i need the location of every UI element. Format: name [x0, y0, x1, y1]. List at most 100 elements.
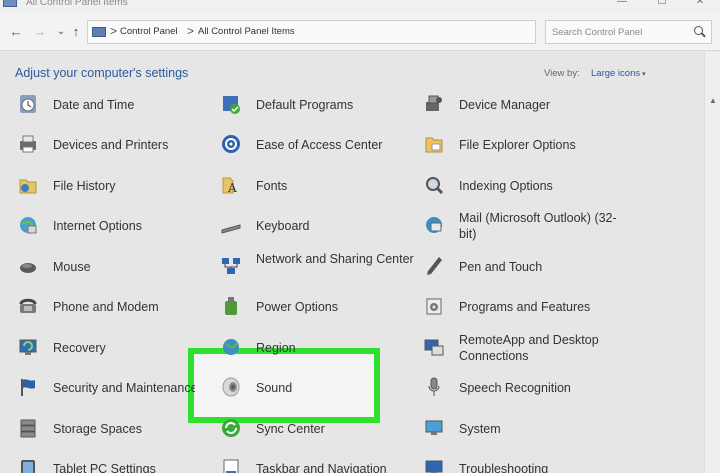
item-label: Programs and Features: [459, 300, 591, 314]
control-panel-icon: [92, 27, 106, 37]
item-network-and-sharing-center[interactable]: Network and Sharing Center: [220, 248, 416, 284]
item-tablet-pc-settings[interactable]: Tablet PC Settings: [17, 450, 213, 473]
item-label: Fonts: [256, 179, 288, 193]
item-label: Default Programs: [256, 98, 354, 112]
item-keyboard[interactable]: Keyboard: [220, 207, 416, 243]
back-arrow-icon[interactable]: ←: [7, 23, 25, 41]
item-mouse[interactable]: Mouse: [17, 248, 213, 284]
maximize-button[interactable]: ☐: [652, 0, 672, 8]
default-programs-icon: [223, 96, 240, 114]
vertical-scrollbar[interactable]: ▲: [704, 52, 720, 473]
item-phone-and-modem[interactable]: Phone and Modem: [17, 288, 213, 324]
item-remoteapp-and-desktop-connections[interactable]: RemoteApp and Desktop Connections: [423, 329, 619, 365]
item-sound[interactable]: Sound: [220, 369, 416, 405]
item-taskbar-and-navigation[interactable]: Taskbar and Navigation: [220, 450, 416, 473]
close-button[interactable]: ✕: [690, 0, 710, 8]
recovery-icon: [19, 339, 37, 355]
item-label: Pen and Touch: [459, 260, 543, 274]
scroll-up-arrow-icon[interactable]: ▲: [709, 96, 717, 105]
item-default-programs[interactable]: Default Programs: [220, 86, 416, 122]
breadcrumb-separator-icon: >: [110, 24, 118, 38]
view-by-dropdown[interactable]: Large icons ▾: [591, 68, 646, 79]
item-mail[interactable]: Mail (Microsoft Outlook) (32-bit): [423, 207, 619, 243]
item-label: Tablet PC Settings: [53, 462, 156, 473]
flag-icon: [21, 379, 35, 396]
speaker-icon: [222, 377, 240, 397]
address-bar[interactable]: > Control Panel > All Control Panel Item…: [87, 20, 616, 44]
item-label: Sound: [256, 381, 293, 395]
system-icon: [425, 420, 443, 435]
indexing-icon: [426, 177, 444, 195]
breadcrumb-control-panel[interactable]: Control Panel: [120, 26, 178, 37]
tablet-icon: [21, 460, 35, 473]
item-security-and-maintenance[interactable]: Security and Maintenance: [17, 369, 213, 405]
item-indexing-options[interactable]: Indexing Options: [423, 167, 619, 203]
item-region[interactable]: Region: [220, 329, 416, 365]
folder-icon: [425, 137, 443, 153]
item-label: Device Manager: [459, 98, 551, 112]
item-file-history[interactable]: File History: [17, 167, 213, 203]
item-label: Indexing Options: [459, 179, 553, 193]
fonts-icon: A: [222, 177, 237, 195]
item-label: Phone and Modem: [53, 300, 159, 314]
keyboard-icon: [221, 224, 241, 234]
item-label: Keyboard: [256, 219, 310, 233]
item-speech-recognition[interactable]: Speech Recognition: [423, 369, 619, 405]
clock-icon: [20, 95, 36, 113]
control-panel-icon: [3, 0, 17, 7]
item-troubleshooting[interactable]: Troubleshooting: [423, 450, 619, 473]
device-manager-icon: [426, 95, 442, 111]
item-storage-spaces[interactable]: Storage Spaces: [17, 410, 213, 446]
item-programs-and-features[interactable]: Programs and Features: [423, 288, 619, 324]
item-label: Speech Recognition: [459, 381, 571, 395]
item-sync-center[interactable]: Sync Center: [220, 410, 416, 446]
taskbar-icon: [223, 459, 239, 473]
item-label: Internet Options: [53, 219, 142, 233]
up-arrow-icon[interactable]: ↑: [67, 23, 85, 41]
breadcrumb-all-items[interactable]: All Control Panel Items: [198, 26, 295, 37]
troubleshooting-icon: [425, 460, 443, 473]
item-date-and-time[interactable]: Date and Time: [17, 86, 213, 122]
item-fonts[interactable]: A Fonts: [220, 167, 416, 203]
programs-icon: [426, 298, 442, 315]
pen-icon: [427, 257, 442, 275]
item-label: System: [459, 422, 501, 436]
mail-icon: [426, 217, 442, 233]
item-file-explorer-options[interactable]: File Explorer Options: [423, 126, 619, 162]
item-label: Mouse: [53, 260, 91, 274]
breadcrumb-separator-icon: >: [187, 24, 195, 38]
item-label: RemoteApp and Desktop Connections: [459, 333, 599, 363]
item-internet-options[interactable]: Internet Options: [17, 207, 213, 243]
power-icon: [225, 297, 237, 315]
item-label: Recovery: [53, 341, 106, 355]
minimize-button[interactable]: —: [612, 0, 632, 8]
item-power-options[interactable]: Power Options: [220, 288, 416, 324]
mouse-icon: [20, 263, 36, 273]
page-title: Adjust your computer's settings: [15, 66, 189, 80]
view-by-label: View by:: [544, 68, 580, 79]
region-icon: [223, 339, 239, 355]
search-icon[interactable]: [694, 26, 703, 35]
ease-of-access-icon: [222, 135, 240, 153]
file-history-icon: [19, 179, 37, 194]
search-box[interactable]: [545, 20, 712, 44]
item-devices-and-printers[interactable]: Devices and Printers: [17, 126, 213, 162]
search-input[interactable]: [552, 25, 687, 39]
forward-arrow-icon[interactable]: →: [31, 23, 49, 41]
item-label: Troubleshooting: [459, 462, 549, 473]
window-title: All Control Panel Items: [26, 0, 128, 8]
item-label: Taskbar and Navigation: [256, 462, 387, 473]
sync-icon: [222, 419, 240, 437]
globe-icon: [20, 217, 37, 234]
phone-icon: [19, 298, 37, 313]
navigation-bar: ← → ⌄ ↑ > Control Panel > All Control Pa…: [0, 13, 720, 51]
item-device-manager[interactable]: Device Manager: [423, 86, 619, 122]
item-pen-and-touch[interactable]: Pen and Touch: [423, 248, 619, 284]
item-label: Power Options: [256, 300, 338, 314]
item-system[interactable]: System: [423, 410, 619, 446]
caret-down-icon: ▾: [642, 71, 646, 78]
remote-desktop-icon: [424, 339, 444, 356]
item-recovery[interactable]: Recovery: [17, 329, 213, 365]
item-label: Date and Time: [53, 98, 135, 112]
item-ease-of-access-center[interactable]: Ease of Access Center: [220, 126, 416, 162]
